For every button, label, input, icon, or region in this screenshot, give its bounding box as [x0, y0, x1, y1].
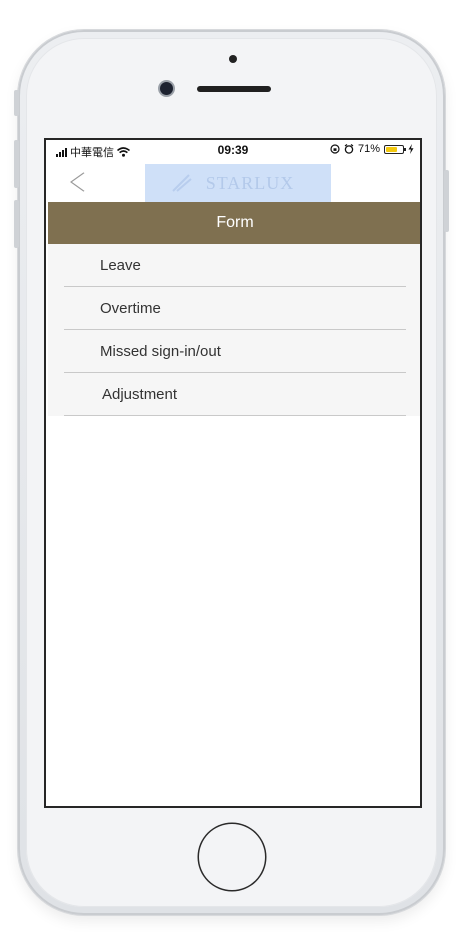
navigation-bar: STARLUX	[46, 160, 420, 202]
battery-percent: 71%	[357, 143, 380, 155]
logo-text: STARLUX	[205, 172, 295, 193]
menu-item-label: Leave	[100, 257, 141, 274]
menu-item-label: Overtime	[100, 300, 161, 317]
earpiece-speaker	[197, 86, 271, 92]
home-button[interactable]	[199, 824, 265, 890]
power-button	[444, 170, 449, 232]
rotation-lock-icon	[330, 144, 340, 154]
starlux-logo: STARLUX	[145, 164, 331, 202]
battery-fill	[386, 146, 397, 152]
menu-item-leave[interactable]: Leave	[48, 244, 420, 287]
front-camera-icon	[160, 82, 173, 95]
starlux-emblem-icon	[172, 174, 192, 192]
status-bar: 中華電信 09:39 71%	[46, 140, 420, 160]
menu-item-missed-sign-in-out[interactable]: Missed sign-in/out	[48, 330, 420, 373]
menu-item-adjustment[interactable]: Adjustment	[48, 373, 420, 416]
menu-item-label: Missed sign-in/out	[100, 343, 221, 360]
form-header: Form	[48, 202, 420, 244]
menu-item-label: Adjustment	[102, 386, 178, 403]
volume-up-button	[14, 140, 19, 188]
status-right: 71%	[330, 143, 414, 155]
battery-icon	[384, 144, 406, 154]
form-menu-list: Leave Overtime Missed sign-in/out Adjust…	[48, 244, 420, 416]
proximity-sensor	[229, 55, 237, 63]
alarm-icon	[344, 144, 354, 154]
back-chevron-icon[interactable]	[68, 172, 88, 192]
charging-bolt-icon	[408, 144, 414, 154]
app-screen: 中華電信 09:39 71% STARLUX Form Leave Overti…	[44, 138, 422, 808]
silent-switch	[14, 90, 19, 116]
volume-down-button	[14, 200, 19, 248]
page-title: Form	[216, 214, 254, 231]
menu-item-overtime[interactable]: Overtime	[48, 287, 420, 330]
